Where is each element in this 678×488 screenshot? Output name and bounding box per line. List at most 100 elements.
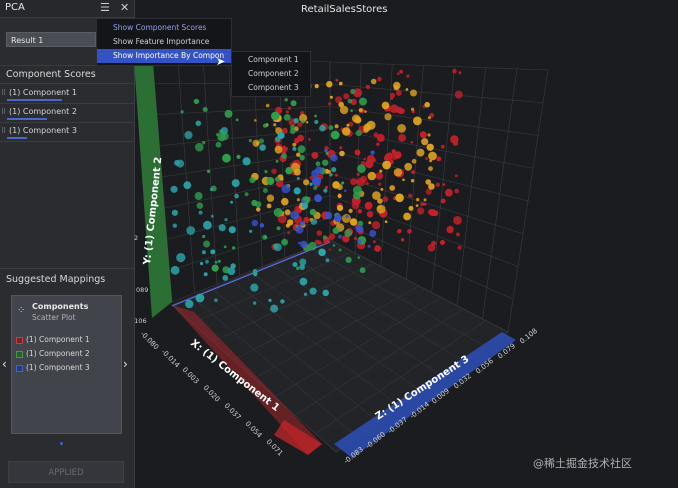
data-point	[184, 131, 193, 140]
data-point	[428, 183, 435, 190]
data-point	[423, 202, 427, 206]
pca-header: PCA ☰ ✕	[0, 0, 134, 18]
data-point	[210, 214, 214, 218]
data-point	[223, 245, 227, 249]
data-point	[285, 110, 289, 114]
score-item-2[interactable]: ⠿ (1) Component 2	[0, 105, 134, 123]
data-point	[298, 241, 301, 245]
page-dot-active[interactable]	[60, 442, 63, 445]
mapping-swatch	[16, 364, 23, 372]
card-title: Components	[32, 302, 89, 311]
applied-button[interactable]: APPLIED	[8, 461, 124, 483]
submenu-item-component-3[interactable]: Component 3	[248, 83, 299, 92]
data-point	[303, 179, 310, 186]
data-point	[400, 238, 405, 242]
data-point	[170, 185, 178, 193]
drag-handle-icon[interactable]: ⠿	[1, 89, 6, 97]
data-point	[440, 240, 445, 245]
chevron-left-icon[interactable]: ‹	[2, 357, 7, 371]
data-point	[355, 130, 362, 137]
data-point	[290, 124, 296, 130]
scatter-3d-plot[interactable]: Y: (1) Component 2 X: (1) Component 1 Z:…	[134, 0, 678, 488]
data-point	[397, 229, 401, 234]
data-point	[329, 173, 333, 177]
data-point	[367, 244, 371, 248]
data-point	[446, 225, 454, 234]
data-point	[428, 151, 437, 161]
data-point	[249, 177, 256, 184]
submenu-item-component-2[interactable]: Component 2	[248, 69, 299, 78]
data-point	[330, 130, 340, 140]
close-icon[interactable]: ✕	[120, 1, 129, 14]
data-point	[343, 189, 347, 192]
component-scores-title: Component Scores	[6, 69, 96, 80]
menu-item-component-scores[interactable]: Show Component Scores	[97, 21, 231, 35]
data-point	[322, 289, 329, 297]
data-point	[350, 88, 356, 95]
data-point	[457, 245, 462, 250]
z-tick-label: 0.108	[518, 327, 539, 346]
data-point	[323, 188, 328, 193]
data-point	[196, 296, 200, 299]
data-point	[366, 211, 374, 218]
data-point	[203, 240, 211, 248]
data-point	[455, 232, 460, 237]
data-point	[367, 154, 375, 163]
data-point	[277, 132, 285, 139]
data-point	[232, 246, 236, 250]
data-point	[381, 101, 390, 110]
submenu-item-component-1[interactable]: Component 1	[248, 55, 299, 64]
score-item-3[interactable]: ⠿ (1) Component 3	[0, 124, 134, 142]
data-point	[314, 114, 317, 118]
data-point	[351, 201, 360, 210]
score-item-label: (1) Component 1	[9, 88, 77, 97]
context-menu: Show Component Scores Show Feature Impor…	[96, 18, 232, 66]
data-point	[201, 250, 206, 255]
x-tick-label: 0.071	[265, 438, 285, 458]
data-point	[234, 193, 239, 199]
data-point	[390, 151, 399, 160]
mapping-card[interactable]: ⁘ Components Scatter Plot (1) Component …	[11, 295, 122, 434]
data-point	[248, 139, 252, 143]
data-point	[296, 152, 301, 157]
data-point	[364, 110, 367, 113]
result-select[interactable]: Result 1	[6, 32, 96, 47]
data-point	[196, 202, 204, 209]
data-point	[284, 209, 291, 216]
drag-handle-icon[interactable]: ⠿	[1, 127, 6, 135]
data-point	[209, 187, 213, 191]
data-point	[337, 193, 342, 199]
mapping-row: (1) Component 1	[16, 335, 90, 344]
data-point	[322, 159, 329, 166]
data-point	[253, 273, 257, 277]
data-point	[251, 219, 258, 227]
data-point	[276, 226, 281, 231]
data-point	[410, 141, 414, 144]
data-point	[411, 170, 416, 175]
data-point	[393, 81, 401, 90]
data-point	[404, 162, 413, 171]
score-item-label: (1) Component 3	[9, 126, 77, 135]
data-point	[425, 157, 428, 161]
data-point	[285, 167, 293, 175]
drag-handle-icon[interactable]: ⠿	[1, 108, 6, 116]
divider	[0, 83, 134, 84]
menu-item-feature-importance[interactable]: Show Feature Importance	[97, 35, 231, 49]
data-point	[359, 97, 367, 106]
chevron-right-icon[interactable]: ›	[123, 357, 128, 371]
x-tick-label: 0.037	[223, 402, 243, 422]
data-point	[186, 226, 196, 235]
data-point	[389, 185, 396, 191]
data-point	[230, 263, 236, 269]
row-divider	[0, 103, 134, 104]
data-point	[435, 182, 440, 187]
data-point	[328, 125, 334, 130]
grid-line	[431, 66, 455, 293]
hamburger-menu-icon[interactable]: ☰	[100, 1, 110, 14]
data-point	[283, 114, 291, 121]
score-item-1[interactable]: ⠿ (1) Component 1	[0, 86, 134, 104]
data-point	[301, 120, 305, 124]
data-point	[314, 119, 319, 125]
data-point	[357, 209, 363, 214]
menu-item-importance-by-component[interactable]: Show Importance By Compon	[97, 49, 231, 63]
